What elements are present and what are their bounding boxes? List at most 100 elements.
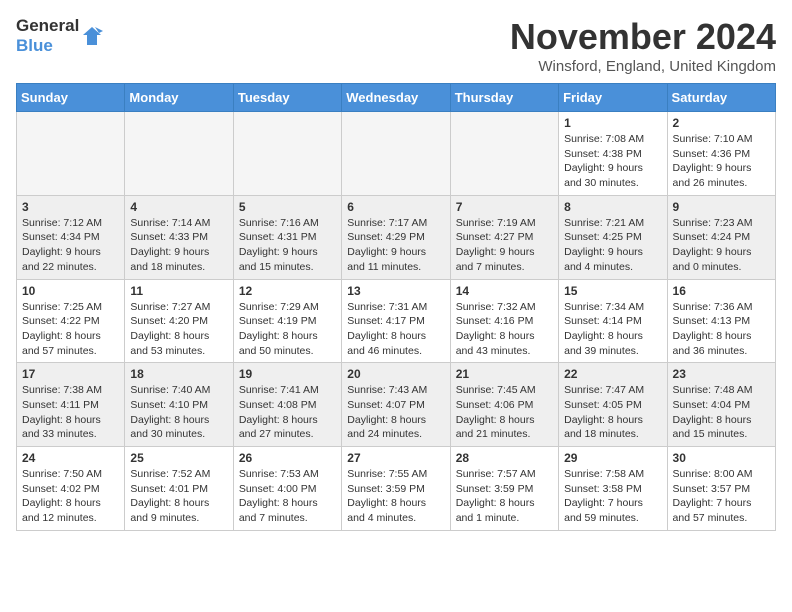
day-info: Sunrise: 7:32 AMSunset: 4:16 PMDaylight:… xyxy=(456,300,553,359)
week-row-5: 24 Sunrise: 7:50 AMSunset: 4:02 PMDayligh… xyxy=(17,447,776,531)
calendar-cell: 9 Sunrise: 7:23 AMSunset: 4:24 PMDaylight… xyxy=(667,195,775,279)
day-info: Sunrise: 7:45 AMSunset: 4:06 PMDaylight:… xyxy=(456,383,553,442)
calendar-cell: 3 Sunrise: 7:12 AMSunset: 4:34 PMDaylight… xyxy=(17,195,125,279)
day-number: 9 xyxy=(673,200,770,214)
day-number: 24 xyxy=(22,451,119,465)
day-info: Sunrise: 7:29 AMSunset: 4:19 PMDaylight:… xyxy=(239,300,336,359)
calendar-cell: 19Sunrise: 7:41 AMSunset: 4:08 PMDayligh… xyxy=(233,363,341,447)
calendar-cell: 15 Sunrise: 7:34 AMSunset: 4:14 PMDayligh… xyxy=(559,279,667,363)
day-info: Sunrise: 7:47 AMSunset: 4:05 PMDaylight:… xyxy=(564,383,661,442)
day-number: 25 xyxy=(130,451,227,465)
day-number: 3 xyxy=(22,200,119,214)
day-number: 10 xyxy=(22,284,119,298)
day-number: 20 xyxy=(347,367,444,381)
header-row: SundayMondayTuesdayWednesdayThursdayFrid… xyxy=(17,84,776,112)
calendar-cell: 13Sunrise: 7:31 AMSunset: 4:17 PMDayligh… xyxy=(342,279,450,363)
calendar-cell xyxy=(450,112,558,196)
calendar-cell: 28Sunrise: 7:57 AMSunset: 3:59 PMDayligh… xyxy=(450,447,558,531)
calendar-cell: 11 Sunrise: 7:27 AMSunset: 4:20 PMDayligh… xyxy=(125,279,233,363)
logo-bird-icon xyxy=(81,25,103,47)
calendar-cell xyxy=(17,112,125,196)
day-info: Sunrise: 7:50 AMSunset: 4:02 PMDaylight:… xyxy=(22,467,119,526)
day-number: 30 xyxy=(673,451,770,465)
calendar-cell: 29 Sunrise: 7:58 AMSunset: 3:58 PMDayligh… xyxy=(559,447,667,531)
day-number: 17 xyxy=(22,367,119,381)
day-info: Sunrise: 7:38 AMSunset: 4:11 PMDaylight:… xyxy=(22,383,119,442)
calendar-cell: 25 Sunrise: 7:52 AMSunset: 4:01 PMDayligh… xyxy=(125,447,233,531)
day-info: Sunrise: 7:19 AMSunset: 4:27 PMDaylight:… xyxy=(456,216,553,275)
calendar-cell: 23 Sunrise: 7:48 AMSunset: 4:04 PMDayligh… xyxy=(667,363,775,447)
calendar-cell: 5 Sunrise: 7:16 AMSunset: 4:31 PMDaylight… xyxy=(233,195,341,279)
day-info: Sunrise: 7:41 AMSunset: 4:08 PMDaylight:… xyxy=(239,383,336,442)
day-info: Sunrise: 7:14 AMSunset: 4:33 PMDaylight:… xyxy=(130,216,227,275)
calendar-cell: 22Sunrise: 7:47 AMSunset: 4:05 PMDayligh… xyxy=(559,363,667,447)
calendar-cell xyxy=(233,112,341,196)
day-number: 6 xyxy=(347,200,444,214)
day-number: 8 xyxy=(564,200,661,214)
day-number: 29 xyxy=(564,451,661,465)
week-row-4: 17 Sunrise: 7:38 AMSunset: 4:11 PMDayligh… xyxy=(17,363,776,447)
logo-line1: General xyxy=(16,16,79,36)
calendar-cell: 20Sunrise: 7:43 AMSunset: 4:07 PMDayligh… xyxy=(342,363,450,447)
location: Winsford, England, United Kingdom xyxy=(510,58,776,75)
day-info: Sunrise: 7:23 AMSunset: 4:24 PMDaylight:… xyxy=(673,216,770,275)
col-header-wednesday: Wednesday xyxy=(342,84,450,112)
day-number: 15 xyxy=(564,284,661,298)
day-info: Sunrise: 7:53 AMSunset: 4:00 PMDaylight:… xyxy=(239,467,336,526)
day-info: Sunrise: 7:16 AMSunset: 4:31 PMDaylight:… xyxy=(239,216,336,275)
week-row-3: 10 Sunrise: 7:25 AMSunset: 4:22 PMDayligh… xyxy=(17,279,776,363)
calendar-cell: 30 Sunrise: 8:00 AMSunset: 3:57 PMDayligh… xyxy=(667,447,775,531)
calendar-cell: 12 Sunrise: 7:29 AMSunset: 4:19 PMDayligh… xyxy=(233,279,341,363)
day-info: Sunrise: 7:10 AMSunset: 4:36 PMDaylight:… xyxy=(673,132,770,191)
calendar-cell: 21Sunrise: 7:45 AMSunset: 4:06 PMDayligh… xyxy=(450,363,558,447)
calendar-cell: 2 Sunrise: 7:10 AMSunset: 4:36 PMDaylight… xyxy=(667,112,775,196)
day-number: 2 xyxy=(673,116,770,130)
col-header-friday: Friday xyxy=(559,84,667,112)
calendar-table: SundayMondayTuesdayWednesdayThursdayFrid… xyxy=(16,83,776,531)
day-info: Sunrise: 7:55 AMSunset: 3:59 PMDaylight:… xyxy=(347,467,444,526)
day-info: Sunrise: 7:25 AMSunset: 4:22 PMDaylight:… xyxy=(22,300,119,359)
col-header-monday: Monday xyxy=(125,84,233,112)
logo: General Blue xyxy=(16,16,103,55)
day-number: 23 xyxy=(673,367,770,381)
logo-line2: Blue xyxy=(16,36,79,56)
day-number: 13 xyxy=(347,284,444,298)
day-info: Sunrise: 7:27 AMSunset: 4:20 PMDaylight:… xyxy=(130,300,227,359)
day-number: 5 xyxy=(239,200,336,214)
day-number: 7 xyxy=(456,200,553,214)
day-info: Sunrise: 7:40 AMSunset: 4:10 PMDaylight:… xyxy=(130,383,227,442)
day-number: 26 xyxy=(239,451,336,465)
calendar-cell xyxy=(125,112,233,196)
day-number: 11 xyxy=(130,284,227,298)
title-block: November 2024 Winsford, England, United … xyxy=(510,16,776,75)
day-number: 4 xyxy=(130,200,227,214)
day-info: Sunrise: 7:17 AMSunset: 4:29 PMDaylight:… xyxy=(347,216,444,275)
day-number: 14 xyxy=(456,284,553,298)
day-number: 12 xyxy=(239,284,336,298)
col-header-sunday: Sunday xyxy=(17,84,125,112)
week-row-2: 3 Sunrise: 7:12 AMSunset: 4:34 PMDaylight… xyxy=(17,195,776,279)
calendar-cell: 7 Sunrise: 7:19 AMSunset: 4:27 PMDaylight… xyxy=(450,195,558,279)
day-info: Sunrise: 7:52 AMSunset: 4:01 PMDaylight:… xyxy=(130,467,227,526)
day-info: Sunrise: 7:34 AMSunset: 4:14 PMDaylight:… xyxy=(564,300,661,359)
calendar-cell: 6 Sunrise: 7:17 AMSunset: 4:29 PMDaylight… xyxy=(342,195,450,279)
col-header-tuesday: Tuesday xyxy=(233,84,341,112)
day-number: 1 xyxy=(564,116,661,130)
page-header: General Blue November 2024 Winsford, Eng… xyxy=(16,16,776,75)
day-number: 28 xyxy=(456,451,553,465)
day-info: Sunrise: 7:48 AMSunset: 4:04 PMDaylight:… xyxy=(673,383,770,442)
day-info: Sunrise: 7:58 AMSunset: 3:58 PMDaylight:… xyxy=(564,467,661,526)
calendar-cell: 8Sunrise: 7:21 AMSunset: 4:25 PMDaylight… xyxy=(559,195,667,279)
day-number: 18 xyxy=(130,367,227,381)
day-number: 27 xyxy=(347,451,444,465)
calendar-cell: 1Sunrise: 7:08 AMSunset: 4:38 PMDaylight… xyxy=(559,112,667,196)
calendar-cell: 27 Sunrise: 7:55 AMSunset: 3:59 PMDayligh… xyxy=(342,447,450,531)
day-info: Sunrise: 8:00 AMSunset: 3:57 PMDaylight:… xyxy=(673,467,770,526)
col-header-thursday: Thursday xyxy=(450,84,558,112)
day-info: Sunrise: 7:12 AMSunset: 4:34 PMDaylight:… xyxy=(22,216,119,275)
calendar-cell: 17 Sunrise: 7:38 AMSunset: 4:11 PMDayligh… xyxy=(17,363,125,447)
calendar-cell: 4 Sunrise: 7:14 AMSunset: 4:33 PMDaylight… xyxy=(125,195,233,279)
calendar-cell: 14 Sunrise: 7:32 AMSunset: 4:16 PMDayligh… xyxy=(450,279,558,363)
calendar-cell: 10 Sunrise: 7:25 AMSunset: 4:22 PMDayligh… xyxy=(17,279,125,363)
calendar-cell xyxy=(342,112,450,196)
